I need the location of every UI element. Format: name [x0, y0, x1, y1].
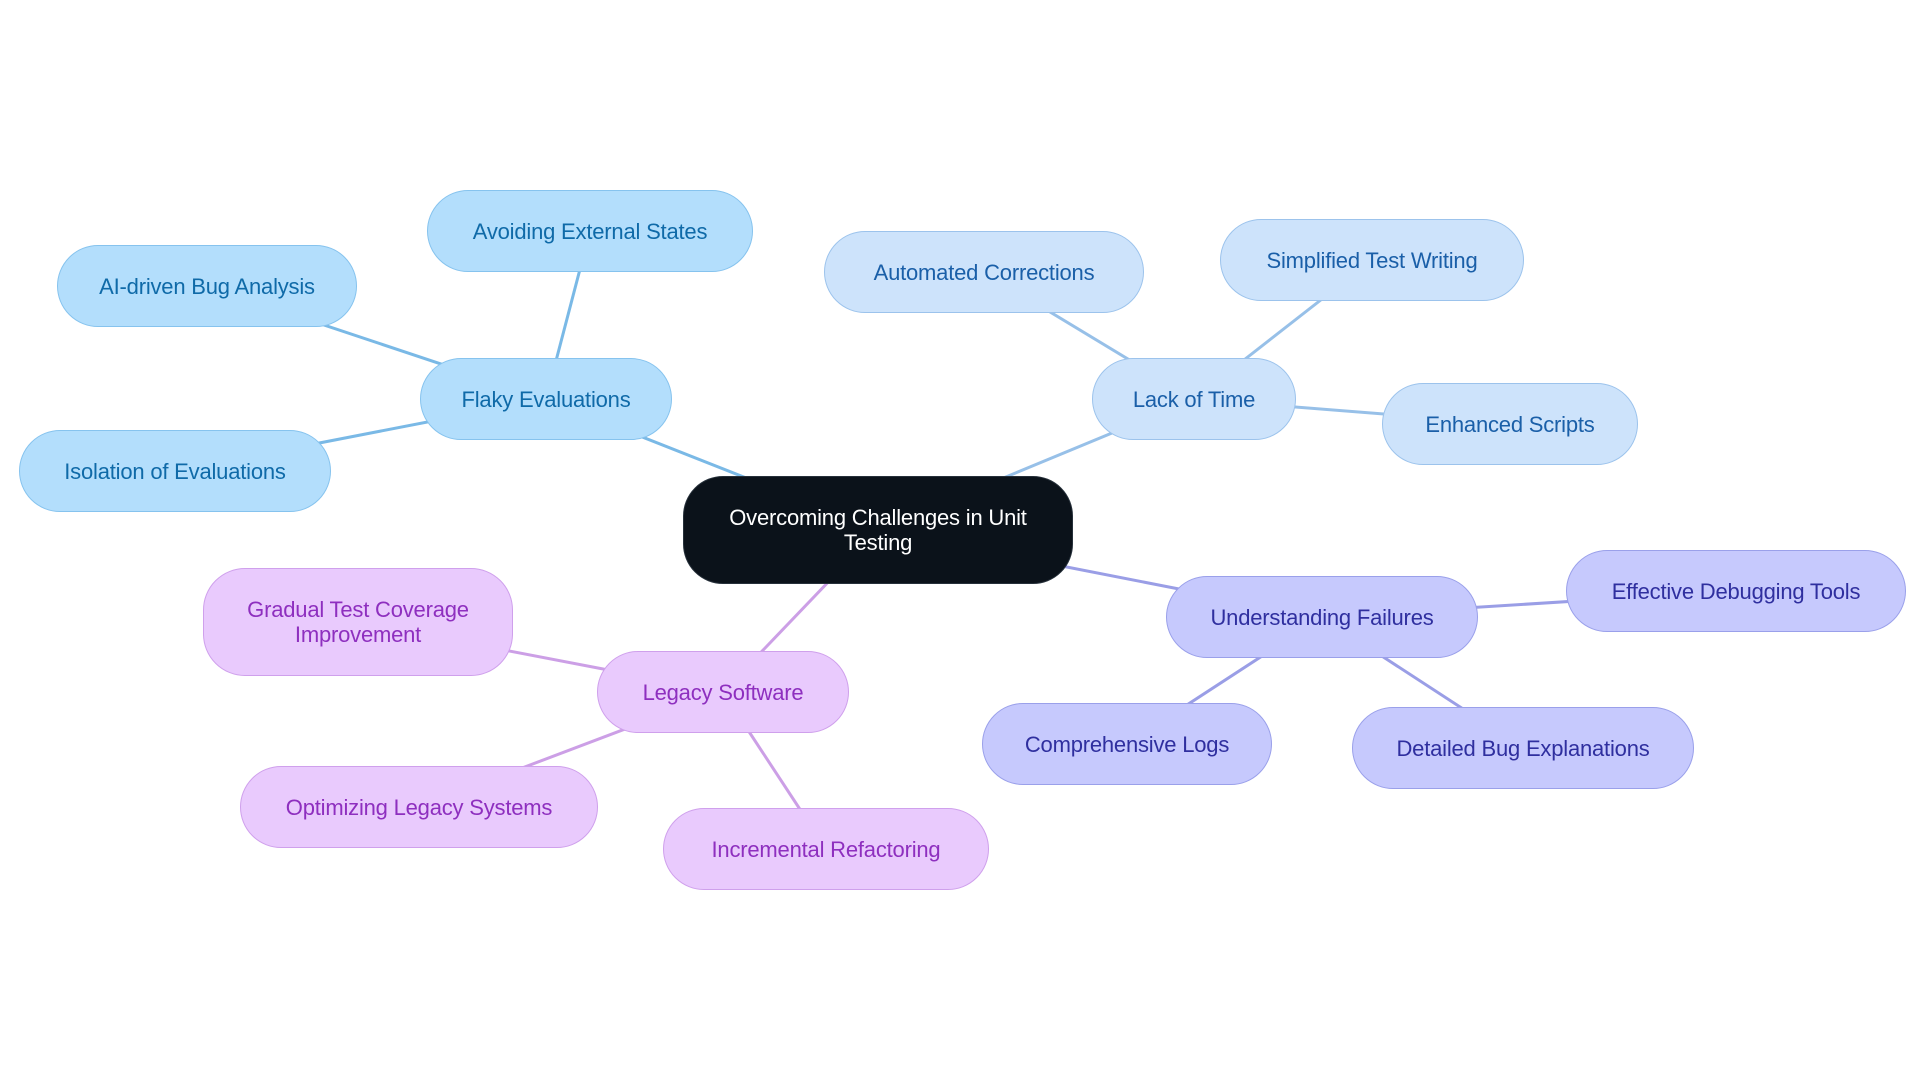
node-label: Comprehensive Logs	[1024, 731, 1230, 757]
leaf-node-isolation-of-evaluations[interactable]: Isolation of Evaluations	[19, 430, 331, 512]
leaf-node-simplified-test-writing[interactable]: Simplified Test Writing	[1220, 219, 1524, 301]
leaf-node-automated-corrections[interactable]: Automated Corrections	[824, 231, 1144, 313]
branch-node-legacy-software[interactable]: Legacy Software	[597, 651, 849, 733]
mindmap-canvas: Avoiding External States AI-driven Bug An…	[0, 0, 1920, 1083]
leaf-node-ai-driven-bug-analysis[interactable]: AI-driven Bug Analysis	[57, 245, 357, 327]
node-label: Enhanced Scripts	[1425, 411, 1595, 437]
node-label: Lack of Time	[1132, 386, 1256, 412]
leaf-node-detailed-bug-explanations[interactable]: Detailed Bug Explanations	[1352, 707, 1694, 789]
node-label: Automated Corrections	[873, 259, 1095, 285]
leaf-node-optimizing-legacy-systems[interactable]: Optimizing Legacy Systems	[240, 766, 598, 848]
leaf-node-incremental-refactoring[interactable]: Incremental Refactoring	[663, 808, 989, 890]
branch-node-understanding-failures[interactable]: Understanding Failures	[1166, 576, 1478, 658]
leaf-node-avoiding-external-states[interactable]: Avoiding External States	[427, 190, 753, 272]
leaf-node-effective-debugging-tools[interactable]: Effective Debugging Tools	[1566, 550, 1906, 632]
node-label: Legacy Software	[642, 679, 804, 705]
node-label: Isolation of Evaluations	[64, 458, 286, 484]
node-label: Optimizing Legacy Systems	[285, 794, 553, 820]
node-label: Simplified Test Writing	[1266, 247, 1478, 273]
node-label: Effective Debugging Tools	[1611, 578, 1861, 604]
node-label: Incremental Refactoring	[711, 836, 941, 862]
node-label: AI-driven Bug Analysis	[99, 273, 315, 299]
node-label: Overcoming Challenges in Unit Testing	[729, 505, 1027, 555]
leaf-node-gradual-test-coverage-improvement[interactable]: Gradual Test Coverage Improvement	[203, 568, 513, 676]
branch-node-flaky-evaluations[interactable]: Flaky Evaluations	[420, 358, 672, 440]
node-label: Gradual Test Coverage Improvement	[247, 597, 469, 647]
node-label: Flaky Evaluations	[461, 386, 631, 412]
leaf-node-enhanced-scripts[interactable]: Enhanced Scripts	[1382, 383, 1638, 465]
branch-node-lack-of-time[interactable]: Lack of Time	[1092, 358, 1296, 440]
node-label: Avoiding External States	[472, 218, 708, 244]
node-label: Detailed Bug Explanations	[1396, 735, 1650, 761]
root-node[interactable]: Overcoming Challenges in Unit Testing	[683, 476, 1073, 584]
node-label: Understanding Failures	[1210, 604, 1434, 630]
leaf-node-comprehensive-logs[interactable]: Comprehensive Logs	[982, 703, 1272, 785]
